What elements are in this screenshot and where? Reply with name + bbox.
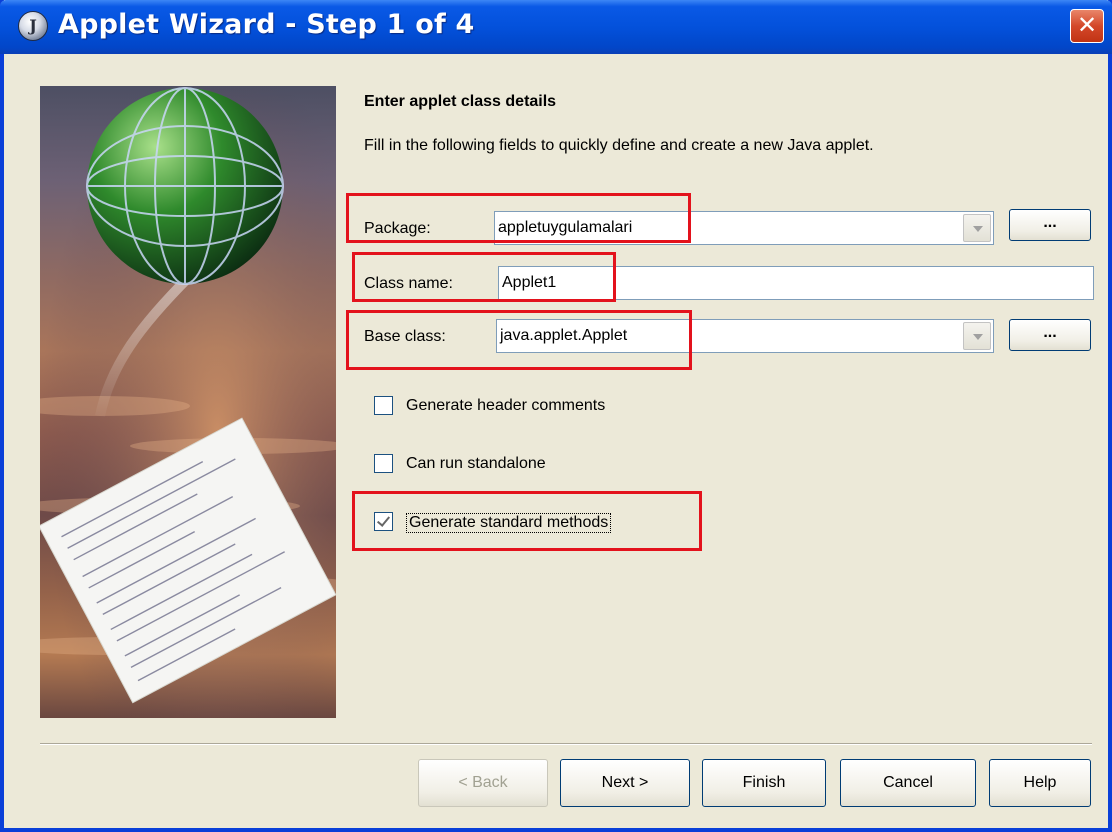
base-class-browse-button[interactable]: ... <box>1009 319 1091 351</box>
back-button[interactable]: < Back <box>418 759 548 807</box>
applet-wizard-dialog: J Applet Wizard - Step 1 of 4 ✕ Enter ap… <box>0 0 1112 832</box>
title-bar[interactable]: J Applet Wizard - Step 1 of 4 ✕ <box>0 0 1112 54</box>
base-class-combobox[interactable]: java.applet.Applet <box>496 319 994 353</box>
standard-methods-label: Generate standard methods <box>406 513 612 533</box>
separator <box>40 743 1092 745</box>
class-name-value: Applet1 <box>502 274 557 291</box>
close-icon: ✕ <box>1076 12 1098 39</box>
help-button[interactable]: Help <box>989 759 1091 807</box>
page-heading: Enter applet class details <box>364 93 557 110</box>
close-button[interactable]: ✕ <box>1070 9 1104 43</box>
globe-document-illustration <box>40 86 336 718</box>
cancel-button[interactable]: Cancel <box>840 759 976 807</box>
base-class-label: Base class: <box>364 328 446 345</box>
next-button[interactable]: Next > <box>560 759 690 807</box>
base-class-value: java.applet.Applet <box>500 327 628 344</box>
header-comments-checkbox[interactable] <box>374 396 393 415</box>
finish-button[interactable]: Finish <box>702 759 826 807</box>
package-label: Package: <box>364 220 431 237</box>
chevron-down-icon[interactable] <box>963 214 991 242</box>
class-name-field[interactable]: Applet1 <box>498 266 1094 300</box>
package-combobox[interactable]: appletuygulamalari <box>494 211 994 245</box>
chevron-down-icon[interactable] <box>963 322 991 350</box>
jbuilder-app-icon: J <box>18 11 48 41</box>
header-comments-label: Generate header comments <box>406 397 606 414</box>
page-description: Fill in the following fields to quickly … <box>364 137 874 154</box>
run-standalone-checkbox[interactable] <box>374 454 393 473</box>
package-value: appletuygulamalari <box>498 219 633 236</box>
standard-methods-checkbox[interactable] <box>374 512 393 531</box>
package-browse-button[interactable]: ... <box>1009 209 1091 241</box>
wizard-side-image <box>40 86 336 718</box>
run-standalone-label: Can run standalone <box>406 455 546 472</box>
window-title: Applet Wizard - Step 1 of 4 <box>58 9 475 40</box>
class-name-label: Class name: <box>364 275 453 292</box>
